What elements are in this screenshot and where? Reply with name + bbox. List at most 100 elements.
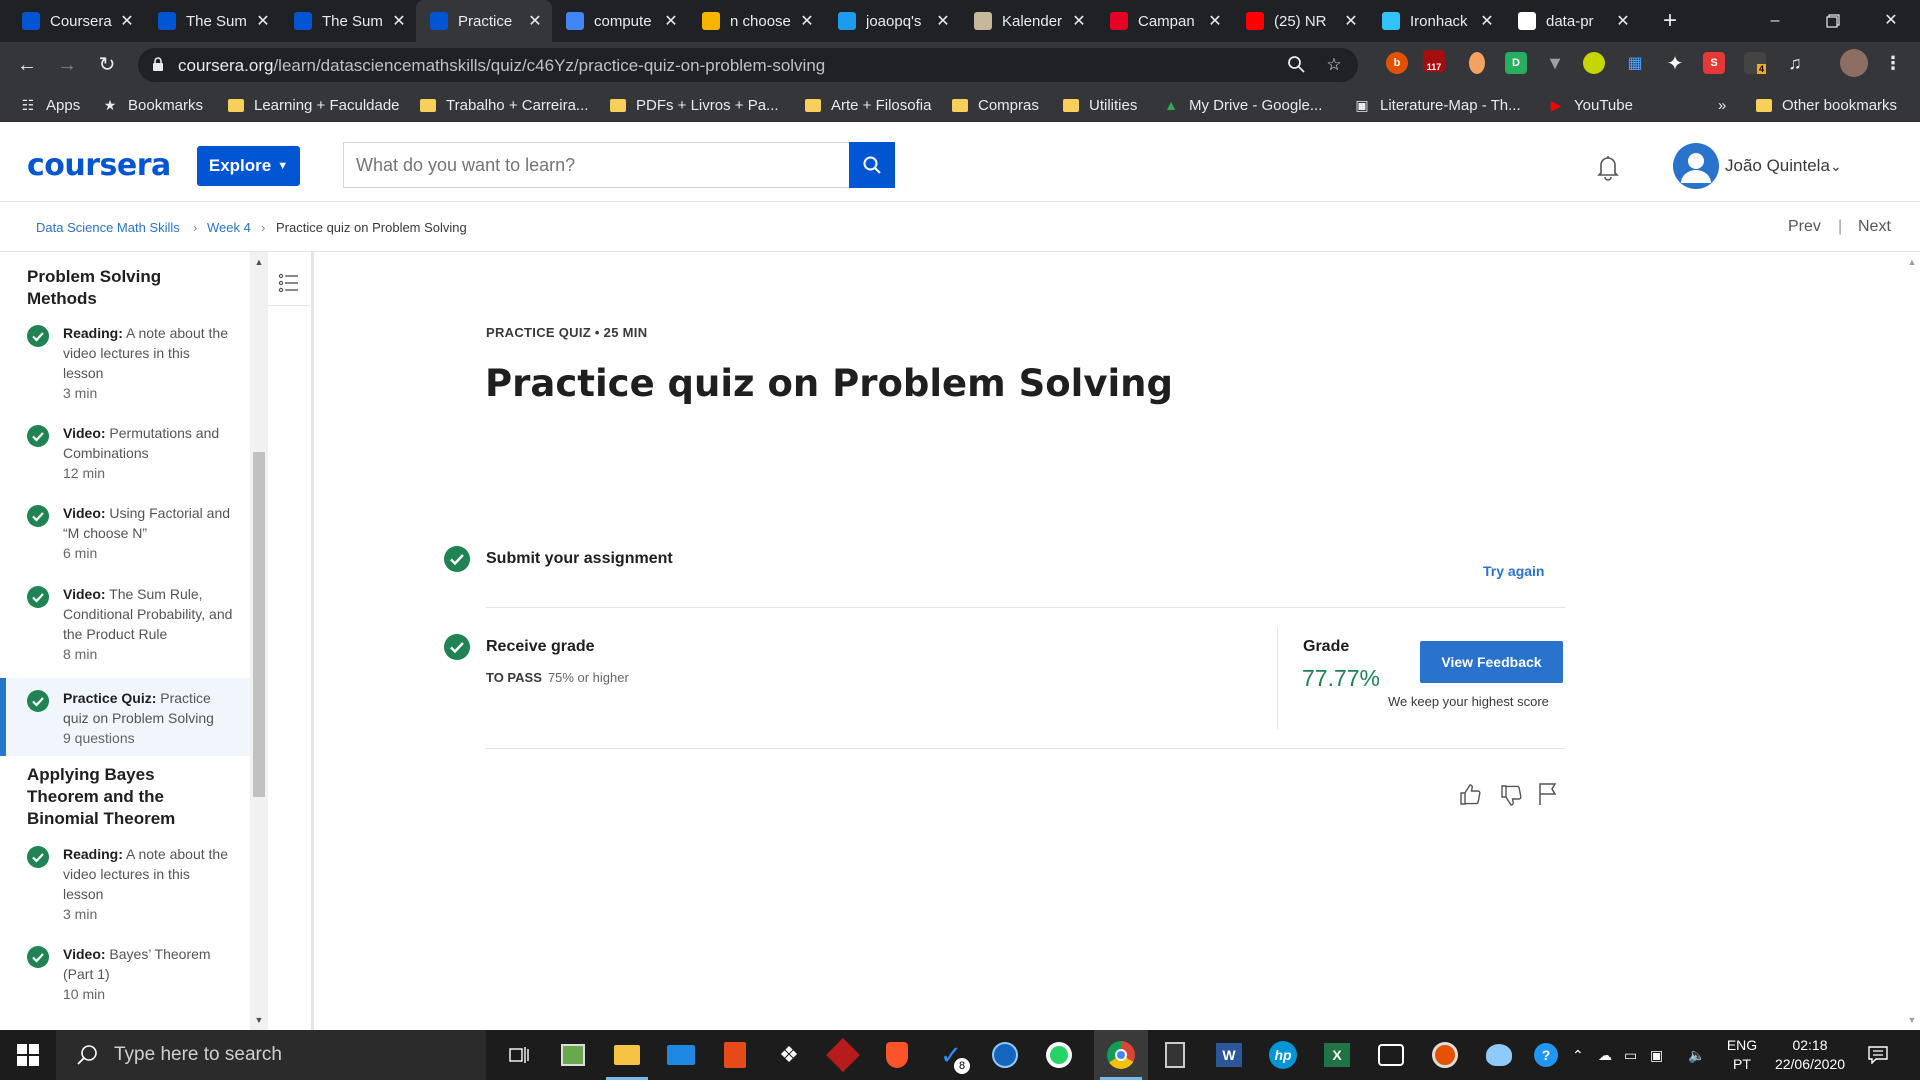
volume-icon[interactable]: 🔈 xyxy=(1688,1030,1705,1080)
close-tab-icon[interactable]: ✕ xyxy=(798,11,816,31)
app-icon[interactable] xyxy=(978,1030,1032,1080)
todo-app-icon[interactable]: ✓ 8 xyxy=(924,1030,978,1080)
chrome-icon[interactable] xyxy=(1094,1030,1148,1080)
hp-icon[interactable]: hp xyxy=(1256,1030,1310,1080)
browser-tab[interactable]: Coursera ✕ xyxy=(8,0,144,42)
extension-icon[interactable] xyxy=(1583,52,1605,74)
extension-icon[interactable]: 4 xyxy=(1744,52,1766,74)
try-again-link[interactable]: Try again xyxy=(1483,563,1544,579)
bookmark-star-icon[interactable]: ☆ xyxy=(1323,55,1345,77)
sidebar-item[interactable]: Video: Permutations and Combinations 12 m… xyxy=(0,423,250,483)
extension-icon[interactable]: b xyxy=(1386,52,1408,74)
help-icon[interactable]: ? xyxy=(1534,1030,1558,1080)
office-icon[interactable] xyxy=(708,1030,762,1080)
media-player-icon[interactable] xyxy=(1418,1030,1472,1080)
back-button[interactable]: ← xyxy=(12,50,42,80)
minimize-button[interactable]: – xyxy=(1750,0,1800,42)
excel-icon[interactable]: X xyxy=(1310,1030,1364,1080)
prev-link[interactable]: Prev xyxy=(1788,218,1821,236)
close-tab-icon[interactable]: ✕ xyxy=(1342,11,1360,31)
close-tab-icon[interactable]: ✕ xyxy=(1614,11,1632,31)
reload-button[interactable]: ↻ xyxy=(92,50,122,80)
extension-icon[interactable] xyxy=(1469,52,1485,74)
clock[interactable]: 02:18 22/06/2020 xyxy=(1770,1036,1850,1074)
close-tab-icon[interactable]: ✕ xyxy=(934,11,952,31)
brave-browser-icon[interactable] xyxy=(870,1030,924,1080)
close-tab-icon[interactable]: ✕ xyxy=(1070,11,1088,31)
notifications-bell-icon[interactable] xyxy=(1594,153,1622,181)
new-tab-button[interactable]: + xyxy=(1655,6,1685,36)
dropbox-icon[interactable]: ❖ xyxy=(762,1030,816,1080)
close-tab-icon[interactable]: ✕ xyxy=(254,11,272,31)
close-window-button[interactable]: ✕ xyxy=(1866,0,1916,42)
photo-app-icon[interactable] xyxy=(546,1030,600,1080)
extension-chart-icon[interactable]: ▦ xyxy=(1624,52,1646,74)
breadcrumb-course[interactable]: Data Science Math Skills xyxy=(36,220,180,235)
browser-tab[interactable]: The Sum ✕ xyxy=(144,0,280,42)
bookmarks-overflow-button[interactable]: » xyxy=(1718,95,1726,115)
paint-icon[interactable] xyxy=(1472,1030,1526,1080)
whatsapp-icon[interactable] xyxy=(1032,1030,1086,1080)
lesson-list-button[interactable] xyxy=(268,260,310,306)
extension-calendar-icon[interactable]: 117 xyxy=(1423,50,1445,72)
breadcrumb-week[interactable]: Week 4 xyxy=(207,220,251,235)
close-tab-icon[interactable]: ✕ xyxy=(118,11,136,31)
mail-icon[interactable] xyxy=(654,1030,708,1080)
browser-tab[interactable]: Ironhack ✕ xyxy=(1368,0,1504,42)
bookmark-item[interactable]: Learning + Faculdade xyxy=(228,95,400,115)
user-avatar[interactable] xyxy=(1673,143,1719,189)
flag-icon[interactable] xyxy=(1535,781,1561,807)
battery-icon[interactable]: ▭ xyxy=(1624,1030,1637,1080)
scroll-up-arrow-icon[interactable]: ▲ xyxy=(1906,256,1918,268)
bookmark-item[interactable]: ★ Bookmarks xyxy=(102,95,203,115)
onedrive-icon[interactable]: ☁ xyxy=(1598,1030,1612,1080)
file-explorer-icon[interactable] xyxy=(600,1030,654,1080)
chevron-down-icon[interactable]: ⌄ xyxy=(1830,158,1842,175)
bookmark-item[interactable]: Compras xyxy=(952,95,1039,115)
sidebar-item[interactable]: Reading: A note about the video lectures… xyxy=(0,844,250,924)
zoom-icon[interactable] xyxy=(1285,55,1307,77)
media-control-icon[interactable]: ♫ xyxy=(1784,52,1806,74)
start-button[interactable] xyxy=(0,1030,56,1080)
photos-icon[interactable] xyxy=(1364,1030,1418,1080)
input-language[interactable]: ENG PT xyxy=(1722,1036,1762,1074)
profile-avatar[interactable] xyxy=(1840,49,1868,77)
network-icon[interactable]: ▣ xyxy=(1650,1030,1663,1080)
close-tab-icon[interactable]: ✕ xyxy=(1478,11,1496,31)
search-input[interactable] xyxy=(343,142,850,188)
close-tab-icon[interactable]: ✕ xyxy=(390,11,408,31)
other-bookmarks[interactable]: Other bookmarks xyxy=(1756,95,1897,115)
address-bar[interactable]: coursera.org/learn/datasciencemathskills… xyxy=(138,48,1358,82)
scroll-down-arrow-icon[interactable]: ▼ xyxy=(1906,1014,1918,1026)
taskbar-search[interactable]: Type here to search xyxy=(56,1030,486,1080)
forward-button[interactable]: → xyxy=(52,50,82,80)
bookmark-item[interactable]: ▲ My Drive - Google... xyxy=(1163,95,1322,115)
restore-button[interactable] xyxy=(1808,0,1858,42)
browser-tab[interactable]: Kalender ✕ xyxy=(960,0,1096,42)
bookmark-item[interactable]: Utilities xyxy=(1063,95,1137,115)
extension-icon[interactable]: ✦ xyxy=(1664,52,1686,75)
sidebar-item[interactable]: Video: The Sum Rule, Conditional Probabi… xyxy=(0,584,250,664)
browser-tab[interactable]: Practice ✕ xyxy=(416,0,552,42)
bookmark-item[interactable]: Arte + Filosofia xyxy=(805,95,931,115)
explore-button[interactable]: Explore ▼ xyxy=(197,146,300,186)
tray-overflow-icon[interactable]: ⌃ xyxy=(1572,1030,1584,1080)
browser-tab[interactable]: joaopq's ✕ xyxy=(824,0,960,42)
game-app-icon[interactable] xyxy=(816,1030,870,1080)
scroll-up-arrow-icon[interactable]: ▲ xyxy=(253,256,265,268)
word-icon[interactable]: W xyxy=(1202,1030,1256,1080)
user-name[interactable]: João Quintela xyxy=(1725,156,1830,176)
thumbs-down-icon[interactable] xyxy=(1498,783,1524,809)
chrome-menu-icon[interactable]: ⋮ xyxy=(1882,52,1904,74)
browser-tab[interactable]: The Sum ✕ xyxy=(280,0,416,42)
extension-icon[interactable]: D xyxy=(1505,52,1527,74)
close-tab-icon[interactable]: ✕ xyxy=(662,11,680,31)
bookmark-item[interactable]: ▶ YouTube xyxy=(1548,95,1633,115)
page-scrollbar[interactable]: ▲ ▼ xyxy=(1903,252,1920,1030)
extension-icon[interactable]: S xyxy=(1703,52,1725,74)
coursera-logo[interactable]: coursera xyxy=(27,148,171,183)
browser-tab[interactable]: (25) NR ✕ xyxy=(1232,0,1368,42)
calculator-icon[interactable] xyxy=(1148,1030,1202,1080)
sidebar-item[interactable]: Video: Using Factorial and “M choose N” 6… xyxy=(0,503,250,563)
thumbs-up-icon[interactable] xyxy=(1457,781,1483,807)
